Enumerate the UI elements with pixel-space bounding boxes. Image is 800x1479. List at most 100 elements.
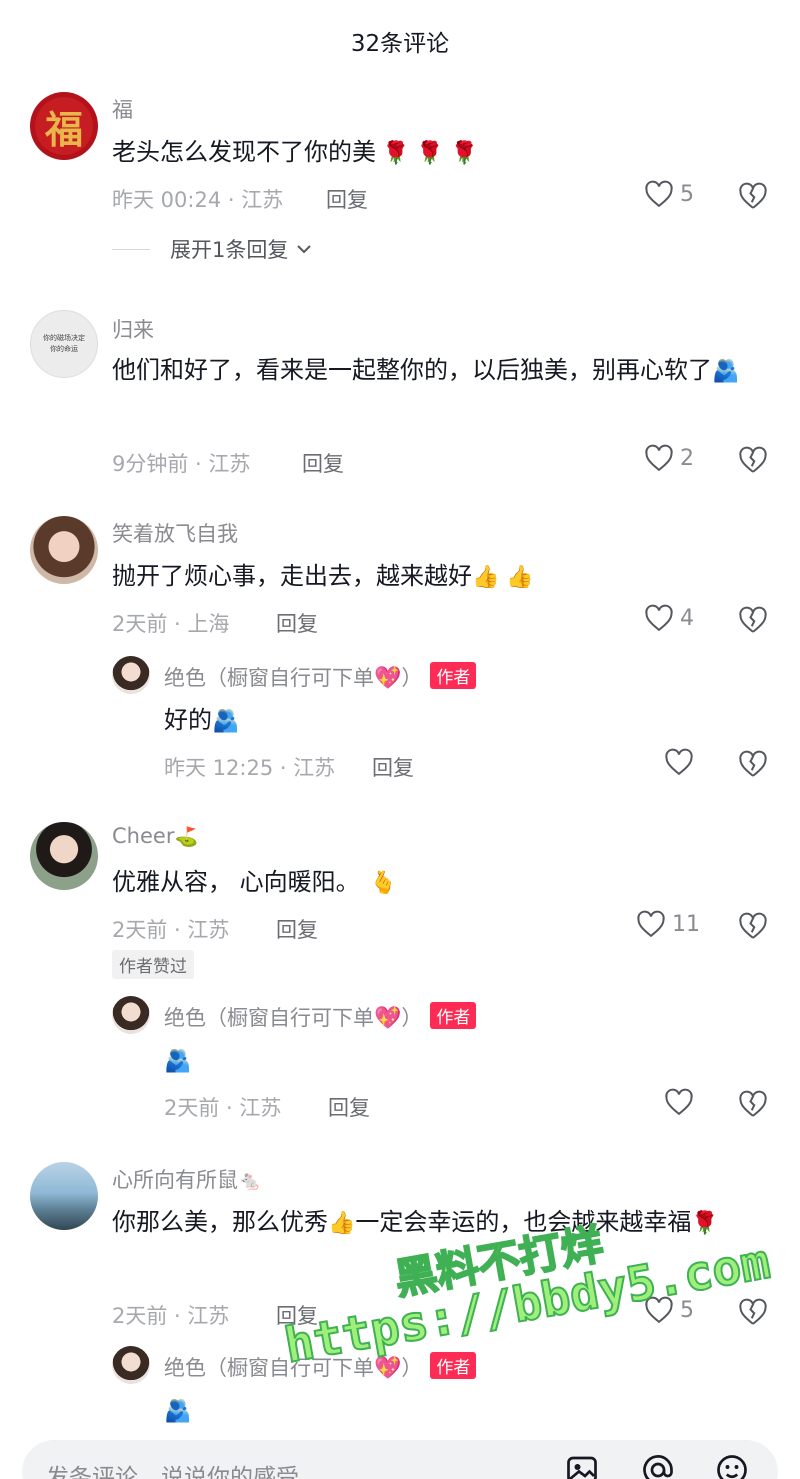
comment-count-title: 32条评论 [350,31,450,57]
comment-meta: 昨天 00:24 · 江苏 [112,188,284,212]
reply-button[interactable]: 回复 [276,1300,318,1330]
chevron-down-icon [297,245,312,254]
avatar[interactable] [30,822,98,890]
like-button[interactable] [664,1088,694,1116]
reply-text: 🫂 [164,1038,800,1084]
thumbs-up-emoji: 👍 [328,1211,356,1236]
like-count: 2 [680,445,694,471]
like-count: 5 [680,1297,694,1323]
heart-emoji: 💖 [374,1356,402,1381]
avatar[interactable]: 福 [30,92,98,160]
reply-username[interactable]: 绝色（橱窗自行可下单💖） 作者 [164,1352,477,1382]
comment-input[interactable]: 发条评论，说说你的感受 [22,1440,778,1479]
reply-avatar[interactable] [112,1346,150,1384]
reply-username[interactable]: 绝色（橱窗自行可下单💖） 作者 [164,1002,477,1032]
reply-meta: 2天前 · 江苏 [164,1096,282,1120]
hug-emoji: 🫂 [164,1399,192,1424]
rose-emoji: 🌹 🌹 🌹 [382,141,479,166]
dislike-button[interactable] [738,912,768,944]
comment-meta: 2天前 · 江苏 [112,1304,230,1328]
comment-meta: 9分钟前 · 江苏 [112,452,251,476]
comment-text: 优雅从容， 心向暖阳。 🫰 [112,868,398,896]
heart-emoji: 💖 [374,666,402,691]
heart-icon [665,748,693,776]
avatar-quote-text: 你的磁场决定你的命运 [43,334,85,353]
comment-text: 抛开了烦心事，走出去，越来越好👍 👍 [112,562,534,590]
like-count: 11 [672,911,700,937]
broken-heart-icon [739,446,767,473]
emoji-icon[interactable] [714,1452,750,1479]
reply-avatar[interactable] [112,656,150,694]
username[interactable]: 归来 [112,314,154,344]
at-icon[interactable] [640,1452,676,1479]
hug-emoji: 🫂 [712,359,740,384]
comment-text: 老头怎么发现不了你的美 🌹 🌹 🌹 [112,138,479,166]
like-button[interactable]: 4 [644,604,694,632]
comments-header: 32条评论 [0,0,800,78]
reply-username[interactable]: 绝色（橱窗自行可下单💖） 作者 [164,662,477,692]
finger-heart-emoji: 🫰 [369,871,398,896]
dislike-button[interactable] [738,1298,768,1330]
comment-text: 你那么美，那么优秀👍一定会幸运的，也会越来越幸福🌹 [112,1208,719,1236]
dislike-button[interactable] [738,606,768,638]
like-button[interactable]: 5 [644,1296,694,1324]
heart-emoji: 💖 [374,1006,402,1031]
rose-emoji: 🌹 [691,1211,719,1236]
like-button[interactable] [664,748,694,776]
comment-text: 他们和好了，看来是一起整你的，以后独美，别再心软了🫂 [112,356,740,384]
reply-meta: 昨天 12:25 · 江苏 [164,756,336,780]
like-button[interactable]: 11 [636,910,700,938]
like-button[interactable]: 5 [644,180,694,208]
image-icon[interactable] [564,1452,600,1479]
broken-heart-icon [739,1090,767,1117]
avatar-fu-character: 福 [44,106,83,152]
broken-heart-icon [739,1298,767,1325]
reply-button[interactable]: 回复 [302,448,344,478]
username[interactable]: 福 [112,94,133,124]
author-badge: 作者 [430,1002,477,1029]
like-count: 4 [680,605,694,631]
dislike-button[interactable] [738,1090,768,1122]
heart-icon [645,1296,673,1324]
avatar[interactable] [30,1162,98,1230]
username[interactable]: 心所向有所鼠🐁 [112,1164,262,1194]
avatar[interactable]: 你的磁场决定你的命运 [30,310,98,378]
divider [112,248,150,250]
comment-input-bar: 发条评论，说说你的感受 [0,1430,800,1479]
username[interactable]: 笑着放飞自我 [112,518,238,548]
heart-icon [665,1088,693,1116]
heart-icon [645,180,673,208]
reply-text: 好的🫂 [164,706,240,734]
golf-flag-emoji: ⛳ [174,826,199,848]
username[interactable]: Cheer⛳ [112,824,198,848]
reply-avatar[interactable] [112,996,150,1034]
hug-emoji: 🫂 [164,1049,192,1074]
comment-meta: 2天前 · 上海 [112,612,230,636]
comment-meta: 2天前 · 江苏 [112,918,230,942]
dislike-button[interactable] [738,182,768,214]
author-liked-badge: 作者赞过 [112,950,194,979]
broken-heart-icon [739,912,767,939]
author-badge: 作者 [430,662,477,689]
dislike-button[interactable] [738,750,768,782]
reply-text: 🫂 [164,1388,800,1434]
expand-replies-button[interactable]: 展开1条回复 [112,234,312,264]
reply-button[interactable]: 回复 [326,184,368,214]
avatar[interactable] [30,516,98,584]
heart-icon [645,604,673,632]
reply-button[interactable]: 回复 [276,914,318,944]
broken-heart-icon [739,182,767,209]
like-button[interactable]: 2 [644,444,694,472]
reply-button[interactable]: 回复 [276,608,318,638]
thumbs-up-emoji: 👍 👍 [472,565,534,590]
heart-icon [637,910,665,938]
like-count: 5 [680,181,694,207]
comment-input-placeholder: 发条评论，说说你的感受 [46,1465,299,1479]
author-badge: 作者 [430,1352,477,1379]
broken-heart-icon [739,606,767,633]
reply-button[interactable]: 回复 [372,752,414,782]
mouse-emoji: 🐁 [238,1170,262,1192]
hug-emoji: 🫂 [212,709,240,734]
reply-button[interactable]: 回复 [328,1092,370,1122]
dislike-button[interactable] [738,446,768,478]
